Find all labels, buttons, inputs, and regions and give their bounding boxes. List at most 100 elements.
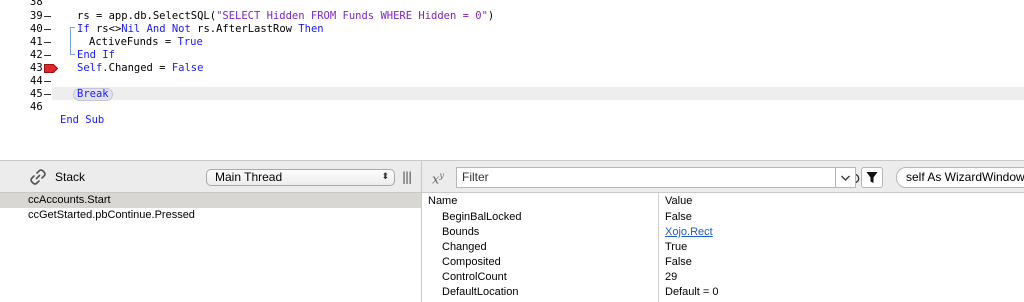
gutter-line[interactable]: 40 [0, 23, 52, 36]
stack-frame-label: ccGetStarted.pbContinue.Pressed [28, 209, 195, 221]
column-header-value[interactable]: Value [665, 195, 692, 208]
gutter-line[interactable]: 46 [0, 101, 52, 114]
variable-name: Composited [442, 256, 501, 268]
link-chain-icon [30, 169, 46, 185]
code-text: .Changed = [102, 62, 172, 74]
filter-dropdown-button[interactable] [835, 167, 856, 188]
gutter-line[interactable]: 41 [0, 36, 52, 49]
variable-row[interactable]: Changed True [422, 240, 1024, 255]
variable-name: DefaultLocation [442, 286, 519, 298]
code-keyword: End Sub [60, 114, 105, 126]
filter-toggle-button[interactable] [861, 167, 883, 188]
stack-frame[interactable]: ccGetStarted.pbContinue.Pressed [0, 208, 421, 223]
code-line-45[interactable]: Break [73, 88, 113, 101]
stack-frame-label: ccAccounts.Start [28, 194, 111, 206]
line-tick [44, 94, 51, 95]
code-line-43[interactable]: Self.Changed = False [77, 62, 203, 75]
line-number: 46 [30, 101, 43, 113]
variable-name: Changed [442, 241, 487, 253]
line-number: 38 [30, 0, 43, 8]
variable-value: False [665, 211, 692, 223]
code-keyword: Nil [121, 23, 141, 35]
line-tick [44, 16, 51, 17]
code-text: rs.AfterLastRow [190, 23, 299, 35]
thread-select[interactable]: Main Thread ⬍ [206, 169, 395, 186]
code-string: "SELECT Hidden FROM Funds WHERE Hidden =… [216, 10, 488, 22]
gutter-line[interactable]: 39 [0, 10, 52, 23]
line-tick [44, 42, 51, 43]
gutter-line[interactable]: 38 [0, 0, 52, 9]
scope-select[interactable]: self As WizardWindow.c [896, 167, 1024, 188]
code-text: rs = app.db.SelectSQL( [77, 10, 217, 22]
thread-select-value: Main Thread [215, 170, 283, 184]
gutter-line[interactable]: 45 [0, 88, 52, 101]
line-tick [44, 29, 51, 30]
line-number: 41 [30, 36, 43, 48]
variable-name: Bounds [442, 226, 480, 238]
line-tick [44, 55, 51, 56]
code-keyword: Self [77, 62, 103, 74]
block-fold-cap [70, 54, 75, 55]
variable-row[interactable]: BeginBalLocked False [422, 210, 1024, 225]
gutter-line[interactable]: 43 [0, 62, 58, 75]
break-keyword-pill: Break [73, 88, 113, 101]
filter-field[interactable] [456, 167, 860, 188]
variables-table[interactable]: Name Value BeginBalLocked False Bounds Xoj… [422, 193, 1024, 302]
stack-title: Stack [55, 170, 86, 184]
variable-value: True [665, 241, 688, 253]
debugger-panel: Stack Main Thread ⬍ ||| ccAccounts.Start… [0, 160, 1024, 302]
code-line-42[interactable]: End If [77, 49, 115, 62]
code-text: ) [487, 10, 495, 22]
line-tick [44, 81, 51, 82]
variable-row[interactable]: Bounds Xojo.Rect [422, 225, 1024, 240]
code-text: rs<> [89, 23, 122, 35]
gutter-line[interactable]: 44 [0, 75, 52, 88]
code-line-endsub[interactable]: End Sub [60, 114, 104, 127]
code-line-41[interactable]: ActiveFunds = True [89, 36, 203, 49]
variable-xy-icon: xy [432, 171, 444, 188]
code-keyword: False [171, 62, 204, 74]
line-number: 42 [30, 49, 43, 61]
column-toggle-icon[interactable]: ||| [402, 170, 412, 184]
filter-input[interactable] [462, 169, 802, 186]
gutter-line[interactable]: 42 [0, 49, 52, 62]
code-line-40[interactable]: If rs<>Nil And Not rs.AfterLastRow Then [77, 23, 324, 36]
chevron-down-icon [841, 175, 850, 181]
variable-row[interactable]: Composited False [422, 255, 1024, 270]
scope-select-value: self As WizardWindow.c [906, 170, 1024, 184]
code-editor[interactable]: 38 39 40 41 42 43 44 45 46 rs = app.db.S… [0, 0, 1024, 160]
line-number: 40 [30, 23, 43, 35]
code-keyword: If [77, 23, 90, 35]
breakpoint-icon[interactable] [44, 64, 58, 73]
current-line-highlight [0, 87, 1024, 100]
stack-toolbar: Stack Main Thread ⬍ ||| [0, 161, 422, 193]
variable-value-link[interactable]: Xojo.Rect [665, 226, 713, 239]
variables-toolbar: xy self As WizardWindow.c [422, 161, 1024, 193]
code-keyword: True [177, 36, 203, 48]
variable-row[interactable]: DefaultLocation Default = 0 [422, 285, 1024, 300]
line-number: 44 [30, 75, 43, 87]
code-text: ActiveFunds = [89, 36, 178, 48]
block-fold-line [70, 27, 71, 55]
stack-list[interactable]: ccAccounts.Start ccGetStarted.pbContinue… [0, 193, 422, 302]
code-keyword: Not [171, 23, 191, 35]
column-header-name[interactable]: Name [428, 195, 457, 208]
variable-row[interactable]: ControlCount 29 [422, 270, 1024, 285]
code-keyword: Then [298, 23, 324, 35]
code-line-39[interactable]: rs = app.db.SelectSQL("SELECT Hidden FRO… [77, 10, 494, 23]
variable-value: Default = 0 [665, 286, 719, 298]
line-number: 43 [30, 62, 43, 74]
code-keyword: End If [77, 49, 115, 61]
variable-name: BeginBalLocked [442, 211, 522, 223]
stack-frame[interactable]: ccAccounts.Start [0, 193, 421, 208]
updown-arrows-icon: ⬍ [381, 172, 389, 182]
block-fold-cap [70, 27, 75, 28]
line-number: 39 [30, 10, 43, 22]
line-gutter: 38 39 40 41 42 43 44 45 46 [0, 0, 58, 160]
variable-value: 29 [665, 271, 678, 283]
code-keyword: And [146, 23, 166, 35]
line-number: 45 [30, 88, 43, 100]
variable-name: ControlCount [442, 271, 507, 283]
funnel-icon [866, 172, 878, 183]
variable-value: False [665, 256, 692, 268]
